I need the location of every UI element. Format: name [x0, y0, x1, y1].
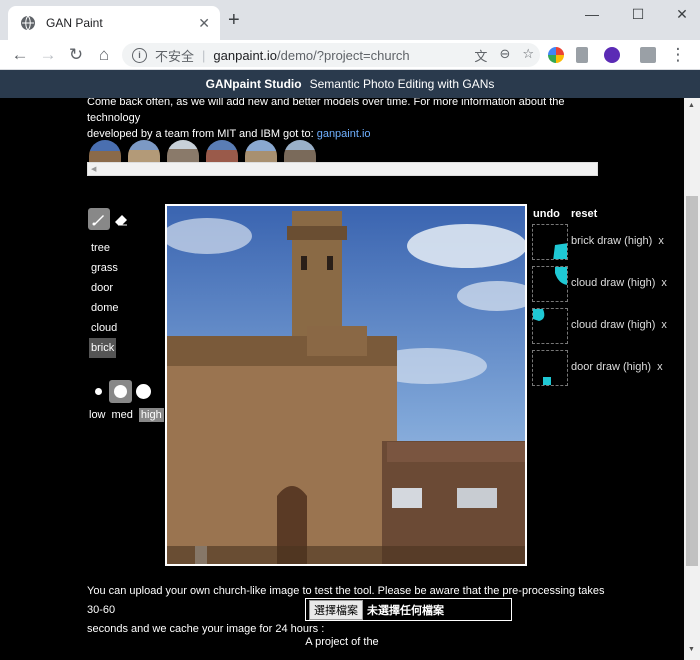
paint-canvas[interactable] — [165, 204, 527, 566]
extension-icon[interactable] — [640, 47, 656, 63]
history-label: door draw (high) — [571, 361, 652, 373]
label-grass[interactable]: grass — [89, 258, 121, 278]
history-remove-button[interactable]: x — [657, 361, 663, 373]
zoom-icon[interactable]: ⊖ — [499, 46, 510, 65]
sample-thumbnail[interactable] — [245, 140, 277, 162]
bookmark-star-icon[interactable]: ☆ — [522, 46, 534, 65]
size-label-low[interactable]: low — [89, 409, 106, 421]
browser-tab[interactable]: GAN Paint ✕ — [8, 6, 220, 40]
size-label-high[interactable]: high — [138, 408, 164, 422]
scroll-up-icon[interactable]: ▲ — [688, 102, 695, 109]
site-banner: GANpaint Studio Semantic Photo Editing wi… — [0, 70, 700, 98]
brand-tagline: Semantic Photo Editing with GANs — [309, 77, 495, 91]
label-cloud[interactable]: cloud — [89, 318, 121, 338]
history-remove-button[interactable]: x — [661, 319, 667, 331]
file-upload-input[interactable]: 選擇檔案 未選擇任何檔案 — [305, 598, 512, 621]
chrome-extension-icon[interactable] — [548, 47, 564, 63]
history-entry[interactable]: cloud draw (high) x — [532, 308, 684, 346]
history-entry[interactable]: door draw (high) x — [532, 350, 684, 388]
brush-icon — [92, 215, 104, 226]
brush-size-med[interactable] — [114, 385, 127, 398]
brush-size-labels: low med high — [89, 408, 170, 422]
intro-text: Come back often, as we will add new and … — [87, 98, 607, 142]
page-scrollbar[interactable]: ▲ ▼ — [684, 98, 700, 660]
history-thumbnail — [532, 266, 568, 302]
label-brick[interactable]: brick — [89, 338, 117, 358]
footer-text: A project of the — [305, 636, 379, 648]
intro-line-1: Come back often, as we will add new and … — [87, 98, 565, 124]
undo-button[interactable]: undo — [533, 208, 560, 220]
sample-thumbnail[interactable] — [128, 140, 160, 162]
sample-thumbnail[interactable] — [284, 140, 316, 162]
menu-dots-icon[interactable]: ⋮ — [668, 45, 688, 65]
generated-image — [167, 206, 525, 564]
info-icon[interactable]: i — [132, 47, 147, 63]
url-host: ganpaint.io — [213, 47, 278, 63]
home-icon[interactable]: ⌂ — [94, 45, 114, 65]
intro-line-2: developed by a team from MIT and IBM got… — [87, 128, 317, 140]
history-label: cloud draw (high) — [571, 277, 656, 289]
history-entry[interactable]: cloud draw (high) x — [532, 266, 684, 304]
brush-size-high[interactable] — [136, 384, 151, 399]
size-label-med[interactable]: med — [112, 409, 133, 421]
history-remove-button[interactable]: x — [661, 277, 667, 289]
security-label: 不安全 — [155, 48, 195, 64]
omnibox-icons: 文 ⊖ ☆ — [474, 46, 534, 65]
tab-close-icon[interactable]: ✕ — [198, 15, 210, 32]
label-tree[interactable]: tree — [89, 238, 121, 258]
eraser-tool-button[interactable] — [110, 208, 132, 230]
choose-file-button[interactable]: 選擇檔案 — [309, 599, 363, 620]
minimize-button[interactable]: — — [582, 6, 602, 22]
translate-icon[interactable]: 文 — [474, 46, 487, 65]
semantic-label-list: tree grass door dome cloud brick — [89, 238, 121, 358]
sample-thumbnail[interactable] — [206, 140, 238, 162]
scroll-left-icon[interactable]: ◀ — [91, 165, 96, 173]
ganpaint-link[interactable]: ganpaint.io — [317, 128, 371, 140]
brand-name: GANpaint Studio — [205, 77, 302, 91]
history-label: brick draw (high) — [571, 235, 653, 247]
label-dome[interactable]: dome — [89, 298, 121, 318]
thumbnail-scrollbar[interactable]: ◀ — [87, 162, 598, 176]
url-path: /demo/?project=church — [277, 47, 410, 63]
sample-thumbnails — [89, 140, 316, 162]
history-thumbnail — [532, 350, 568, 386]
brush-size-med-box[interactable] — [109, 380, 132, 403]
label-door[interactable]: door — [89, 278, 121, 298]
sample-thumbnail[interactable] — [167, 140, 199, 162]
close-window-button[interactable]: ✕ — [672, 6, 692, 23]
browser-tab-strip: GAN Paint ✕ + — ☐ ✕ — [0, 0, 700, 40]
eraser-icon — [115, 215, 127, 226]
maximize-button[interactable]: ☐ — [628, 6, 648, 23]
globe-icon — [21, 15, 35, 31]
back-arrow-icon[interactable]: ← — [10, 45, 30, 65]
no-file-chosen-text: 未選擇任何檔案 — [367, 604, 444, 617]
url-separator: | — [202, 47, 206, 63]
scroll-down-icon[interactable]: ▼ — [688, 646, 695, 653]
new-tab-button[interactable]: + — [228, 10, 240, 30]
tab-title: GAN Paint — [46, 16, 103, 30]
history-thumbnail — [532, 308, 568, 344]
history-label: cloud draw (high) — [571, 319, 656, 331]
page-content: Come back often, as we will add new and … — [0, 98, 684, 660]
history-controls: undo reset — [533, 208, 605, 220]
reload-icon[interactable]: ↻ — [66, 45, 86, 65]
history-thumbnail — [532, 224, 568, 260]
reset-button[interactable]: reset — [571, 208, 597, 220]
browser-toolbar: ← → ↻ ⌂ i 不安全 | ganpaint.io /demo/?proje… — [0, 40, 700, 70]
download-circle-icon[interactable] — [604, 47, 620, 63]
history-entry[interactable]: brick draw (high) x — [532, 224, 684, 262]
address-bar[interactable]: i 不安全 | ganpaint.io /demo/?project=churc… — [122, 43, 540, 67]
scrollbar-thumb[interactable] — [686, 196, 698, 566]
forward-arrow-icon[interactable]: → — [38, 45, 58, 65]
brush-tool-button[interactable] — [88, 208, 110, 230]
brush-size-low[interactable] — [95, 388, 102, 395]
download-icon[interactable] — [576, 47, 588, 63]
sample-thumbnail[interactable] — [89, 140, 121, 162]
history-remove-button[interactable]: x — [658, 235, 664, 247]
